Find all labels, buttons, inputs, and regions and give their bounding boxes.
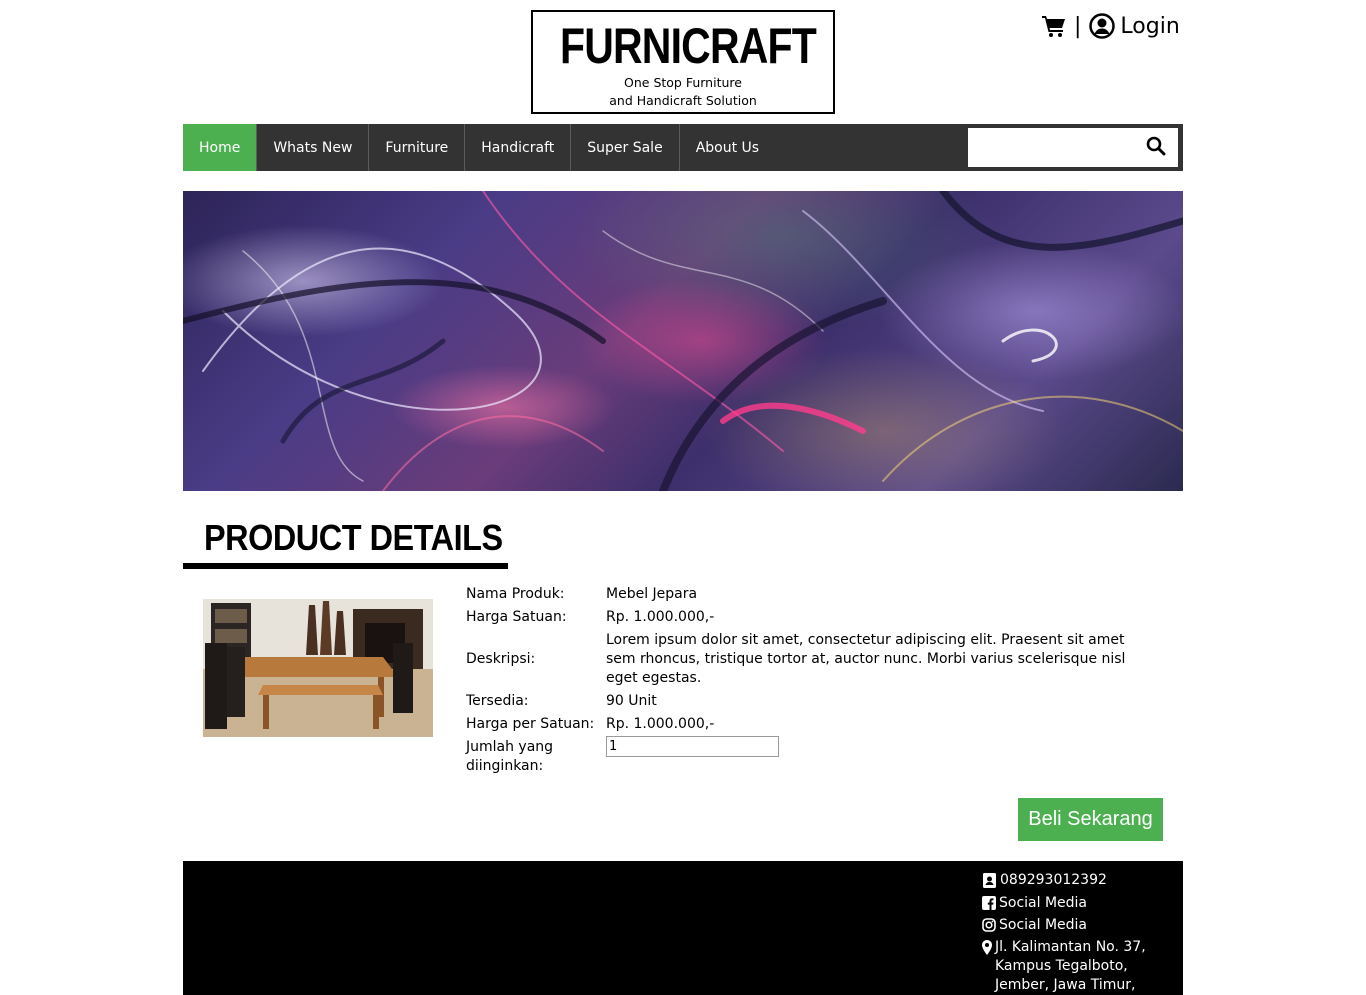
brand-name: FURNICRAFT bbox=[560, 18, 817, 74]
nav-item-whats-new[interactable]: Whats New bbox=[257, 124, 370, 171]
cart-icon[interactable] bbox=[1042, 15, 1066, 37]
buy-now-button[interactable]: Beli Sekarang bbox=[1018, 798, 1163, 841]
description-label: Deskripsi: bbox=[466, 651, 536, 667]
contact-address: Jl. Kalimantan No. 37, Kampus Tegalboto,… bbox=[982, 938, 1185, 995]
tagline-line-1: One Stop Furniture bbox=[624, 75, 742, 90]
quantity-label: Jumlah yang diinginkan: bbox=[466, 739, 554, 774]
detail-row: Tersedia: 90 Unit bbox=[466, 690, 1166, 713]
price-per-unit-label: Harga per Satuan: bbox=[466, 716, 595, 732]
brand-tagline: One Stop Furniture and Handicraft Soluti… bbox=[533, 74, 833, 110]
facebook-label: Social Media bbox=[999, 895, 1088, 911]
description-value: Lorem ipsum dolor sit amet, consectetur … bbox=[606, 632, 1126, 686]
nav-item-handicraft[interactable]: Handicraft bbox=[465, 124, 572, 171]
instagram-icon bbox=[982, 916, 996, 938]
footer: 089293012392 Social Media Social Media J… bbox=[183, 861, 1183, 995]
price-per-unit-value: Rp. 1.000.000,- bbox=[606, 716, 715, 732]
address-text: Jl. Kalimantan No. 37, Kampus Tegalboto,… bbox=[995, 939, 1146, 993]
main-nav: Home Whats New Furniture Handicraft Supe… bbox=[183, 124, 1183, 171]
product-name-value: Mebel Jepara bbox=[606, 586, 698, 602]
user-circle-icon bbox=[1089, 13, 1116, 39]
stock-label: Tersedia: bbox=[466, 693, 529, 709]
detail-row: Deskripsi: Lorem ipsum dolor sit amet, c… bbox=[466, 629, 1166, 690]
login-label: Login bbox=[1120, 13, 1180, 39]
search-box bbox=[968, 128, 1178, 167]
detail-row: Nama Produk: Mebel Jepara bbox=[466, 583, 1166, 606]
detail-row: Harga Satuan: Rp. 1.000.000,- bbox=[466, 606, 1166, 629]
site-logo[interactable]: FURNICRAFT One Stop Furniture and Handic… bbox=[531, 10, 835, 114]
product-image bbox=[203, 599, 433, 737]
detail-row: Jumlah yang diinginkan: bbox=[466, 736, 1166, 778]
contact-phone: 089293012392 bbox=[982, 871, 1185, 894]
product-details: Nama Produk: Mebel Jepara Harga Satuan: … bbox=[466, 583, 1166, 778]
nav-item-home[interactable]: Home bbox=[183, 124, 258, 171]
unit-price-value: Rp. 1.000.000,- bbox=[606, 609, 715, 625]
tagline-line-2: and Handicraft Solution bbox=[609, 93, 757, 108]
hero-banner bbox=[183, 191, 1183, 491]
nav-item-about-us[interactable]: About Us bbox=[680, 124, 775, 171]
instagram-label: Social Media bbox=[999, 917, 1088, 933]
login-link[interactable]: Login bbox=[1089, 13, 1180, 39]
stock-value: 90 Unit bbox=[606, 693, 657, 709]
phone-number: 089293012392 bbox=[1000, 872, 1107, 888]
quantity-input[interactable] bbox=[606, 736, 779, 757]
facebook-icon bbox=[982, 894, 996, 916]
header-separator: | bbox=[1074, 13, 1082, 39]
nav-item-super-sale[interactable]: Super Sale bbox=[571, 124, 680, 171]
contact-facebook[interactable]: Social Media bbox=[982, 894, 1185, 916]
header-actions: | Login bbox=[1042, 10, 1180, 42]
unit-price-label: Harga Satuan: bbox=[466, 609, 567, 625]
search-icon[interactable] bbox=[1146, 136, 1166, 160]
contact-card-icon bbox=[982, 871, 997, 894]
contact-instagram[interactable]: Social Media bbox=[982, 916, 1185, 938]
product-name-label: Nama Produk: bbox=[466, 586, 565, 602]
detail-row: Harga per Satuan: Rp. 1.000.000,- bbox=[466, 713, 1166, 736]
contact-info: 089293012392 Social Media Social Media J… bbox=[982, 871, 1185, 995]
section-title-underline bbox=[183, 563, 508, 569]
search-input[interactable] bbox=[968, 128, 1128, 167]
map-marker-icon bbox=[982, 938, 992, 961]
section-title: PRODUCT DETAILS bbox=[204, 517, 503, 558]
nav-item-furniture[interactable]: Furniture bbox=[369, 124, 466, 171]
